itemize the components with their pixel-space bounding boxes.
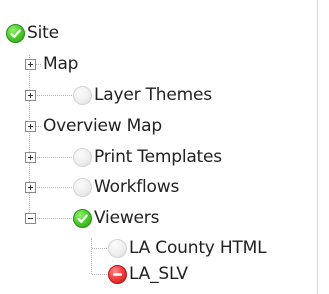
tree-connector — [92, 274, 109, 275]
tree-item-label: Viewers — [94, 208, 160, 228]
tree-item-label: Print Templates — [94, 147, 222, 167]
tree-item-label: Overview Map — [43, 116, 162, 136]
expand-toggle-icon[interactable] — [25, 59, 36, 70]
green-check-icon — [73, 208, 92, 228]
tree-item-label: Workflows — [94, 177, 180, 197]
expand-toggle-icon[interactable] — [25, 90, 36, 101]
tree-connector — [91, 238, 92, 274]
tree-item-label: Layer Themes — [94, 85, 212, 105]
tree-root-label: Site — [27, 23, 59, 43]
collapse-toggle-icon[interactable] — [25, 213, 36, 224]
tree-item-map[interactable]: Map — [43, 52, 78, 76]
tree-connector — [30, 95, 74, 96]
tree-connector — [30, 187, 74, 188]
expand-toggle-icon[interactable] — [25, 152, 36, 163]
expand-toggle-icon[interactable] — [25, 121, 36, 132]
tree-connector — [30, 218, 74, 219]
grey-circle-icon — [73, 147, 92, 167]
tree-connector — [92, 248, 109, 249]
tree-item-viewers[interactable]: Viewers — [73, 206, 159, 230]
tree-item-label: Map — [43, 54, 79, 74]
grey-circle-icon — [108, 238, 127, 258]
grey-circle-icon — [73, 85, 92, 105]
tree-item-la-county-html[interactable]: LA County HTML — [108, 236, 267, 260]
tree-connector — [30, 157, 74, 158]
tree-item-layer-themes[interactable]: Layer Themes — [73, 83, 212, 107]
tree-item-label: LA County HTML — [129, 238, 267, 258]
red-minus-icon — [108, 264, 127, 284]
tree-item-overview-map[interactable]: Overview Map — [43, 114, 162, 138]
tree-item-la-slv[interactable]: LA_SLV — [108, 262, 188, 286]
tree-item-label: LA_SLV — [129, 264, 188, 284]
expand-toggle-icon[interactable] — [25, 182, 36, 193]
tree-item-workflows[interactable]: Workflows — [73, 175, 179, 199]
grey-circle-icon — [73, 177, 92, 197]
green-check-icon — [6, 23, 25, 43]
site-tree-panel: Site Map Layer Themes Overview Map Print… — [0, 0, 318, 294]
tree-item-print-templates[interactable]: Print Templates — [73, 145, 222, 169]
tree-root-site[interactable]: Site — [6, 21, 59, 45]
